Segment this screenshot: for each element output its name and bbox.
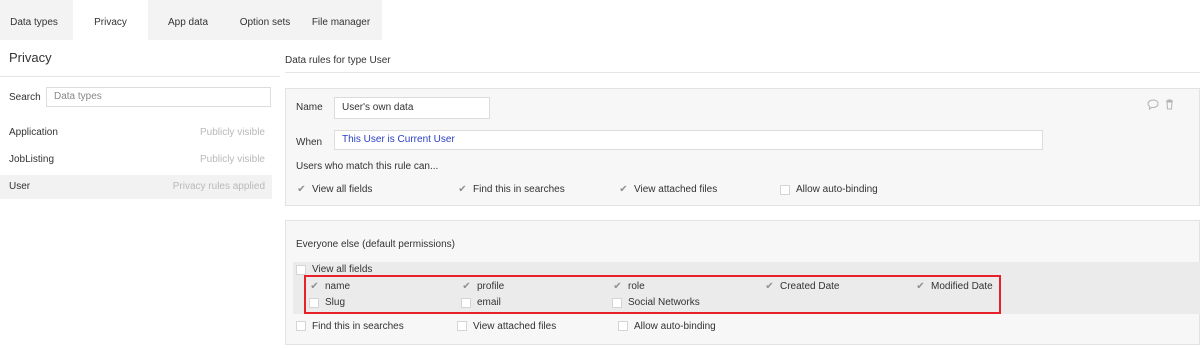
default-permissions-title: Everyone else (default permissions) [296, 239, 455, 250]
checkbox-unchecked[interactable] [296, 265, 306, 275]
divider [285, 72, 1200, 73]
checkbox-unchecked[interactable] [457, 321, 467, 331]
rule-can-label: Users who match this rule can... [296, 161, 439, 172]
data-type-name: JobListing [9, 154, 55, 165]
option-view-attached-files: View attached files [634, 184, 718, 195]
option-allow-auto-binding: Allow auto-binding [796, 184, 878, 195]
option-find-in-searches: Find this in searches [473, 184, 565, 195]
tab-option-sets[interactable]: Option sets [230, 0, 300, 40]
name-label: Name [296, 102, 323, 113]
tab-data-types[interactable]: Data types [0, 0, 68, 40]
data-type-name: User [9, 181, 31, 192]
check-icon[interactable]: ✔ [457, 184, 468, 195]
privacy-status: Publicly visible [199, 154, 265, 165]
when-label: When [296, 137, 323, 148]
tab-app-data[interactable]: App data [152, 0, 224, 40]
privacy-status: Privacy rules applied [172, 181, 265, 192]
list-item[interactable]: Application Publicly visible [0, 121, 272, 145]
comment-icon[interactable] [1147, 99, 1159, 110]
trash-icon[interactable] [1165, 99, 1174, 110]
rule-name-input[interactable]: User's own data [334, 97, 490, 119]
data-type-name: Application [9, 127, 58, 138]
divider [0, 76, 280, 77]
checkbox-unchecked[interactable] [618, 321, 628, 331]
search-label: Search [9, 92, 41, 103]
rule-condition-input[interactable]: This User is Current User [334, 130, 1043, 150]
tab-bar-filler [382, 0, 1200, 40]
search-input[interactable]: Data types [46, 87, 271, 107]
tab-privacy[interactable]: Privacy [73, 0, 148, 40]
option-view-attached-files: View attached files [473, 321, 557, 332]
option-find-in-searches: Find this in searches [312, 321, 404, 332]
section-heading: Data rules for type User [285, 55, 391, 66]
option-allow-auto-binding: Allow auto-binding [634, 321, 716, 332]
option-view-all-fields: View all fields [312, 184, 373, 195]
checkbox-unchecked[interactable] [780, 185, 790, 195]
tab-file-manager[interactable]: File manager [300, 0, 382, 40]
page-title: Privacy [9, 50, 52, 65]
list-item-selected[interactable]: User Privacy rules applied [0, 175, 272, 199]
checkbox-unchecked[interactable] [296, 321, 306, 331]
highlight-box [304, 275, 1001, 314]
privacy-status: Publicly visible [199, 127, 265, 138]
check-icon[interactable]: ✔ [296, 184, 307, 195]
check-icon[interactable]: ✔ [618, 184, 629, 195]
list-item[interactable]: JobListing Publicly visible [0, 148, 272, 172]
